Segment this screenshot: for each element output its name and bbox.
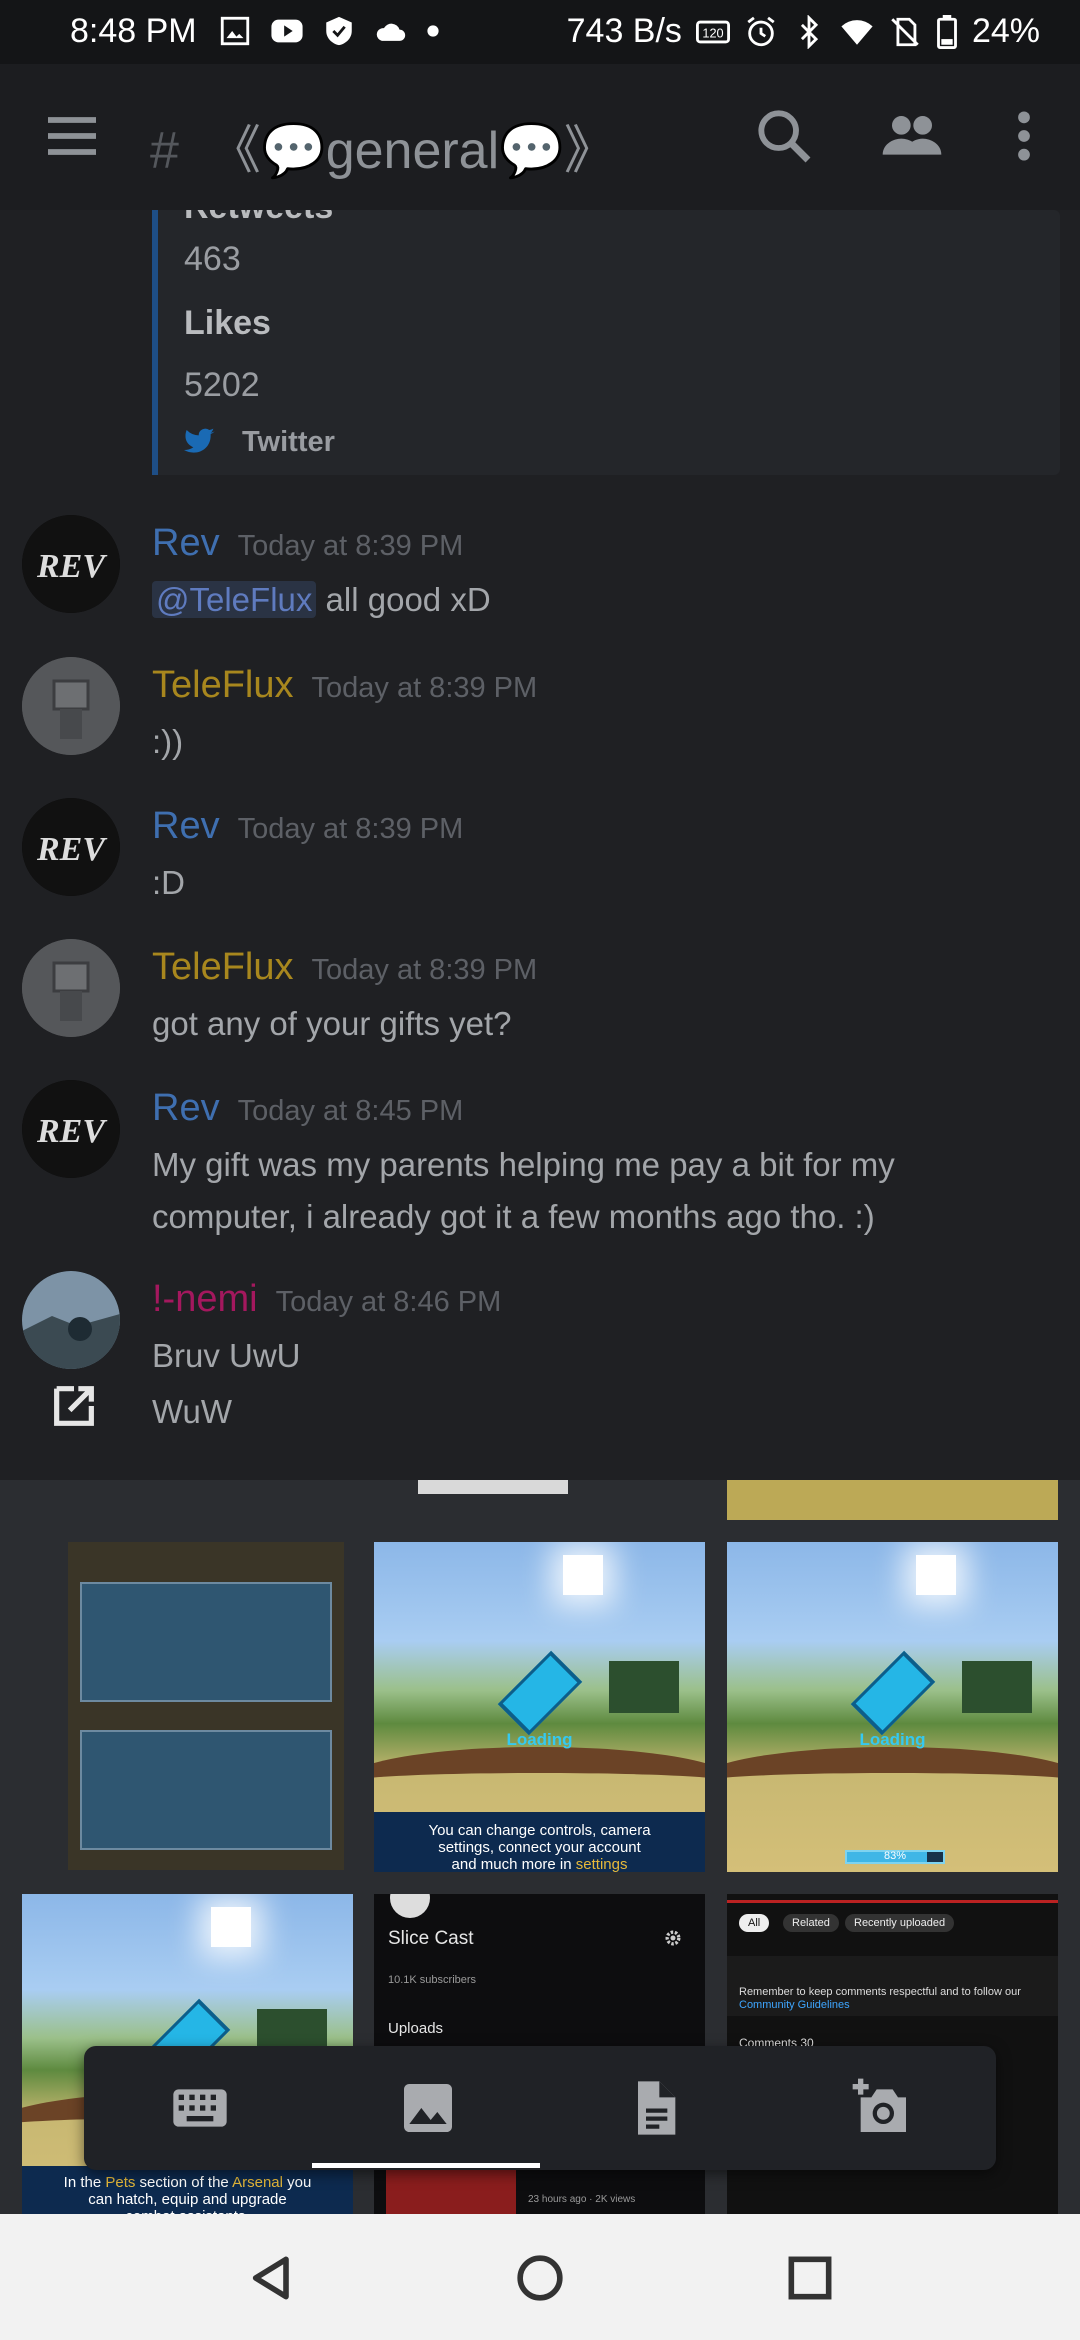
- twitter-icon: [184, 428, 215, 453]
- keyboard-icon[interactable]: [168, 2076, 232, 2140]
- loading-progress-bar: 83%: [845, 1850, 945, 1864]
- tv-robot-icon: [22, 939, 120, 1037]
- embed-likes-label: Likes: [184, 304, 271, 342]
- shield-icon: [326, 16, 352, 46]
- svg-text:REV: REV: [36, 548, 107, 585]
- app-root: 8:48 PM 743 B/s 120 24% # 《💬general💬》 46…: [0, 0, 1080, 2340]
- message-timestamp: Today at 8:39 PM: [237, 813, 464, 845]
- avatar[interactable]: [22, 657, 120, 755]
- message-timestamp: Today at 8:46 PM: [275, 1286, 502, 1318]
- message-author[interactable]: Rev Today at 8:39 PM: [152, 522, 463, 565]
- attachment-toolbar: [84, 2046, 996, 2170]
- selected-tab-indicator: [312, 2163, 540, 2168]
- message-content-line: computer, i already got it a few months …: [152, 1198, 875, 1235]
- image-caption: You can change controls, camera settings…: [374, 1812, 705, 1872]
- rev-logo-icon: REV: [22, 515, 120, 613]
- twitter-embed[interactable]: Retweets 463 Likes 5202 Twitter: [152, 210, 1060, 475]
- add-camera-icon[interactable]: [850, 2076, 914, 2140]
- svg-text:REV: REV: [36, 831, 107, 868]
- avatar[interactable]: REV: [22, 798, 120, 896]
- loading-label: Loading: [859, 1730, 926, 1750]
- gallery-thumbnail[interactable]: Loading You can change controls, camera …: [374, 1542, 705, 1872]
- message-author[interactable]: TeleFlux Today at 8:39 PM: [152, 946, 537, 989]
- gallery-thumbnail[interactable]: Loading 83%: [727, 1542, 1058, 1872]
- dot-icon: [427, 25, 439, 37]
- rev-logo-icon: REV: [22, 798, 120, 896]
- message-timestamp: Today at 8:39 PM: [311, 954, 538, 986]
- video-thumbnail: [386, 2164, 516, 2214]
- channel-header: # 《💬general💬》: [0, 64, 1080, 210]
- back-icon[interactable]: [244, 2250, 300, 2306]
- hd-icon: 120: [695, 20, 730, 43]
- message-content-line: Bruv UwU: [152, 1337, 301, 1374]
- alarm-icon: [747, 16, 775, 46]
- gallery-thumbnail[interactable]: [727, 1480, 1058, 1520]
- avatar[interactable]: REV: [22, 1080, 120, 1178]
- cloud-icon: [376, 23, 406, 41]
- message-author[interactable]: !-nemi Today at 8:46 PM: [152, 1278, 501, 1321]
- message-content: got any of your gifts yet?: [152, 1005, 512, 1042]
- message-timestamp: Today at 8:45 PM: [237, 1095, 464, 1127]
- gallery-thumbnail[interactable]: [418, 1480, 568, 1494]
- gallery-thumbnail[interactable]: [68, 1542, 344, 1870]
- status-left-icons: [218, 14, 440, 48]
- open-external-icon[interactable]: [48, 1380, 100, 1432]
- wifi-icon: [841, 19, 873, 45]
- message-content: @TeleFlux all good xD: [152, 574, 491, 626]
- message-content: :D: [152, 864, 185, 901]
- bluetooth-icon: [800, 14, 819, 49]
- file-icon[interactable]: [622, 2076, 686, 2140]
- status-time: 8:48 PM: [70, 12, 197, 50]
- youtube-icon: [271, 19, 303, 43]
- recents-icon[interactable]: [782, 2250, 838, 2306]
- tv-robot-icon: [22, 657, 120, 755]
- message-author[interactable]: Rev Today at 8:45 PM: [152, 1087, 463, 1130]
- channel-title: # 《💬general💬》: [150, 122, 616, 180]
- status-bar: 8:48 PM 743 B/s 120 24%: [0, 0, 1080, 64]
- message-content: :)): [152, 723, 184, 760]
- more-vert-icon[interactable]: [992, 104, 1056, 168]
- landscape-avatar-icon: [22, 1271, 120, 1369]
- user-mention[interactable]: @TeleFlux: [152, 581, 317, 618]
- message-content-line: My gift was my parents helping me pay a …: [152, 1146, 895, 1183]
- hash-icon: #: [150, 122, 179, 180]
- message-author[interactable]: TeleFlux Today at 8:39 PM: [152, 664, 537, 707]
- status-right-icons: 743 B/s 120 24%: [567, 12, 1040, 51]
- members-icon[interactable]: [880, 104, 944, 168]
- menu-icon[interactable]: [40, 104, 104, 168]
- loading-label: Loading: [506, 1730, 573, 1750]
- embed-retweets-value: 463: [184, 240, 241, 278]
- embed-likes-value: 5202: [184, 366, 260, 404]
- rev-logo-icon: REV: [22, 1080, 120, 1178]
- battery-icon: [937, 14, 957, 49]
- message-author[interactable]: Rev Today at 8:39 PM: [152, 805, 463, 848]
- embed-footer: Twitter: [242, 426, 335, 458]
- gallery-image-icon[interactable]: [396, 2076, 460, 2140]
- gear-icon: [665, 1930, 681, 1946]
- avatar[interactable]: [22, 939, 120, 1037]
- channel-avatar: [390, 1894, 430, 1918]
- image-icon: [220, 16, 250, 46]
- avatar[interactable]: [22, 1271, 120, 1369]
- home-icon[interactable]: [512, 2250, 568, 2306]
- svg-text:REV: REV: [36, 1113, 107, 1150]
- net-speed: 743 B/s: [566, 12, 682, 50]
- battery-level: 24%: [971, 12, 1040, 50]
- crystal-icon: [850, 1650, 935, 1736]
- no-sim-icon: [891, 17, 919, 46]
- screenshot-panel: [80, 1730, 332, 1850]
- crystal-icon: [497, 1650, 582, 1736]
- screenshot-panel: [80, 1582, 332, 1702]
- system-nav-bar: [0, 2214, 1080, 2340]
- image-caption: In the Pets section of the Arsenal you c…: [22, 2166, 353, 2214]
- message-timestamp: Today at 8:39 PM: [311, 672, 538, 704]
- svg-text:120: 120: [702, 25, 723, 40]
- avatar[interactable]: REV: [22, 515, 120, 613]
- message-timestamp: Today at 8:39 PM: [237, 530, 464, 562]
- search-icon[interactable]: [752, 104, 816, 168]
- message-content-line: WuW: [152, 1393, 233, 1430]
